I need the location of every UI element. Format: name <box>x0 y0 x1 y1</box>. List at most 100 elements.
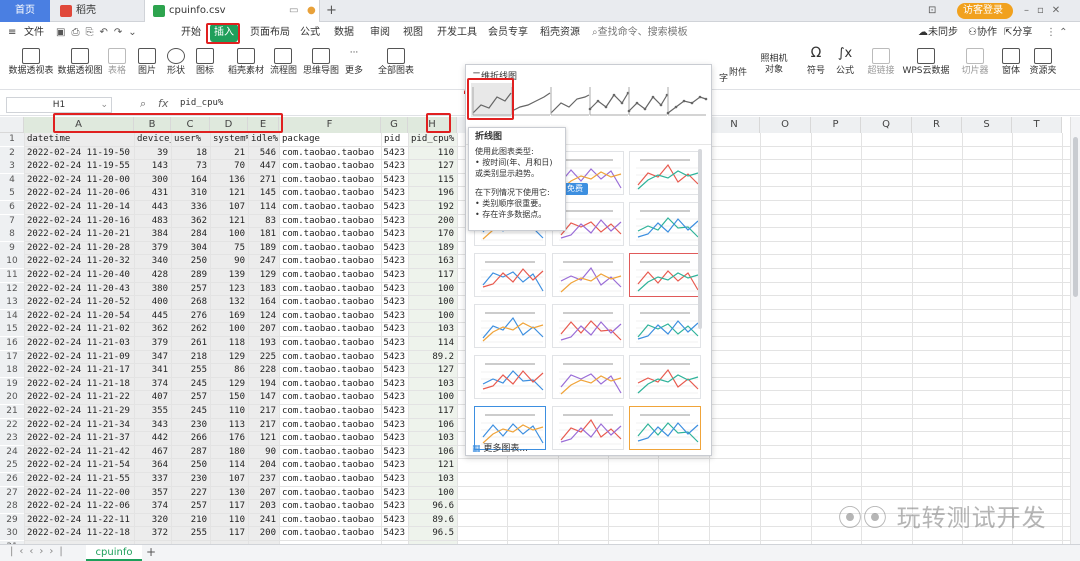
data-cell[interactable]: 124 <box>248 310 276 323</box>
formula-button[interactable]: ∫x 公式 <box>832 46 858 88</box>
data-cell[interactable]: 164 <box>171 174 207 187</box>
data-cell[interactable]: 5423 <box>381 310 405 323</box>
data-cell[interactable]: 5423 <box>381 215 405 228</box>
data-cell[interactable]: 192 <box>408 201 454 214</box>
data-cell[interactable]: 467 <box>134 446 168 459</box>
chart-template-thumbnail[interactable] <box>552 253 624 297</box>
data-cell[interactable]: com.taobao.taobao <box>282 446 380 459</box>
chart-template-thumbnail[interactable] <box>629 406 701 450</box>
data-cell[interactable]: 115 <box>408 174 454 187</box>
data-cell[interactable]: 103 <box>408 378 454 391</box>
data-cell[interactable]: com.taobao.taobao <box>282 364 380 377</box>
chart-template-thumbnail[interactable] <box>552 355 624 399</box>
data-cell[interactable]: 130 <box>210 487 245 500</box>
data-cell[interactable]: 39 <box>134 147 168 160</box>
tab-docer[interactable]: 稻壳 <box>52 0 142 22</box>
data-cell[interactable]: 271 <box>248 174 276 187</box>
data-cell[interactable]: com.taobao.taobao <box>282 432 380 445</box>
fx-icon[interactable]: fx <box>158 97 168 110</box>
row-header[interactable]: 27 <box>0 486 24 500</box>
data-cell[interactable]: 225 <box>248 351 276 364</box>
data-cell[interactable]: 170 <box>408 228 454 241</box>
more-charts-link[interactable]: ▦ 更多图表... <box>472 441 528 454</box>
data-cell[interactable]: 136 <box>210 174 245 187</box>
menu-review[interactable]: 审阅 <box>370 24 390 42</box>
data-cell[interactable]: 100 <box>210 323 245 336</box>
data-cell[interactable]: com.taobao.taobao <box>282 391 380 404</box>
data-cell[interactable]: 118 <box>210 337 245 350</box>
row-header[interactable]: 29 <box>0 513 24 527</box>
data-cell[interactable]: 129 <box>210 351 245 364</box>
data-cell[interactable]: com.taobao.taobao <box>282 514 380 527</box>
data-cell[interactable]: com.taobao.taobao <box>282 201 380 214</box>
data-cell[interactable]: 117 <box>210 500 245 513</box>
slicer-button[interactable]: 切片器 <box>960 46 990 88</box>
data-cell[interactable]: 400 <box>134 296 168 309</box>
data-cell[interactable]: 193 <box>248 337 276 350</box>
tab-home[interactable]: 首页 <box>0 0 50 22</box>
data-cell[interactable]: 241 <box>248 514 276 527</box>
sheet-tab-cpuinfo[interactable]: cpuinfo <box>86 545 142 561</box>
data-cell[interactable]: 445 <box>134 310 168 323</box>
data-cell[interactable]: 90 <box>248 446 276 459</box>
data-cell[interactable]: 110 <box>408 147 454 160</box>
data-cell[interactable]: 117 <box>408 405 454 418</box>
data-cell[interactable]: 320 <box>134 514 168 527</box>
header-cell[interactable]: system% <box>213 133 248 146</box>
attachment-button[interactable]: 附件 <box>727 46 749 88</box>
data-cell[interactable]: 5423 <box>381 391 405 404</box>
data-cell[interactable]: 447 <box>248 160 276 173</box>
all-charts-button[interactable]: 全部图表 <box>376 46 416 88</box>
data-cell[interactable]: 442 <box>134 432 168 445</box>
symbol-button[interactable]: Ω 符号 <box>804 46 828 88</box>
data-cell[interactable]: 110 <box>210 514 245 527</box>
row-header[interactable]: 30 <box>0 527 24 541</box>
row-header[interactable]: 15 <box>0 323 24 337</box>
header-cell[interactable]: pid_cpu% <box>411 133 457 146</box>
data-cell[interactable]: 189 <box>248 242 276 255</box>
row-header[interactable]: 13 <box>0 296 24 310</box>
menu-docer-resources[interactable]: 稻壳资源 <box>540 24 580 42</box>
data-cell[interactable]: 143 <box>134 160 168 173</box>
data-cell[interactable]: 207 <box>248 323 276 336</box>
data-cell[interactable]: 176 <box>210 432 245 445</box>
data-cell[interactable]: 341 <box>134 364 168 377</box>
vertical-scrollbar[interactable] <box>1070 117 1080 544</box>
data-cell[interactable]: 114 <box>408 337 454 350</box>
data-cell[interactable]: 407 <box>134 391 168 404</box>
data-cell[interactable]: 180 <box>210 446 245 459</box>
data-cell[interactable]: 255 <box>171 527 207 540</box>
header-cell[interactable]: package <box>282 133 381 146</box>
data-cell[interactable]: com.taobao.taobao <box>282 228 380 241</box>
row-header[interactable]: 25 <box>0 459 24 473</box>
data-cell[interactable]: 127 <box>408 160 454 173</box>
row-header[interactable]: 1 <box>0 133 24 146</box>
data-cell[interactable]: 207 <box>248 487 276 500</box>
data-cell[interactable]: 5423 <box>381 337 405 350</box>
row-header[interactable]: 3 <box>0 160 24 174</box>
data-cell[interactable]: 257 <box>171 500 207 513</box>
data-cell[interactable]: 200 <box>248 527 276 540</box>
row-header[interactable]: 8 <box>0 228 24 242</box>
data-cell[interactable]: 384 <box>134 228 168 241</box>
data-cell[interactable]: 114 <box>248 201 276 214</box>
data-cell[interactable]: 310 <box>171 187 207 200</box>
data-cell[interactable]: 5423 <box>381 160 405 173</box>
data-cell[interactable]: 431 <box>134 187 168 200</box>
data-cell[interactable]: 357 <box>134 487 168 500</box>
data-cell[interactable]: 75 <box>210 242 245 255</box>
data-cell[interactable]: 5423 <box>381 351 405 364</box>
data-cell[interactable]: 70 <box>210 160 245 173</box>
chart-template-thumbnail[interactable] <box>629 304 701 348</box>
data-cell[interactable]: 129 <box>248 269 276 282</box>
column-header-T[interactable]: T <box>1012 117 1062 133</box>
data-cell[interactable]: 245 <box>171 405 207 418</box>
search-command[interactable]: ⌕查找命令、搜索模板 <box>592 24 688 42</box>
data-cell[interactable]: 106 <box>408 446 454 459</box>
data-cell[interactable]: 164 <box>248 296 276 309</box>
data-cell[interactable]: 5423 <box>381 500 405 513</box>
collab-button[interactable]: ⚇协作 <box>968 24 997 42</box>
hamburger-icon[interactable]: ≡ <box>8 24 16 42</box>
data-cell[interactable]: 336 <box>171 201 207 214</box>
data-cell[interactable]: 189 <box>408 242 454 255</box>
